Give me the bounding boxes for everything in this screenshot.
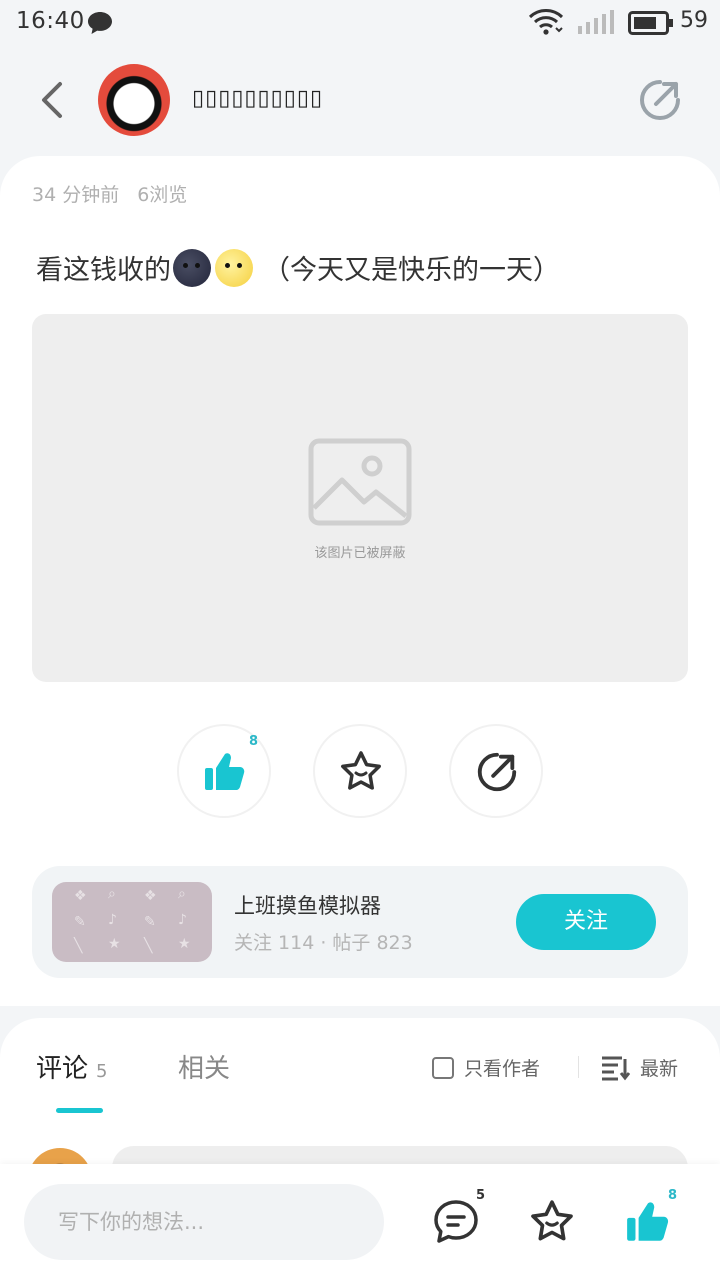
thumbs-up-icon xyxy=(205,753,245,790)
back-button[interactable] xyxy=(32,76,76,124)
follow-button[interactable]: 关注 xyxy=(516,894,656,950)
like-button[interactable]: 8 xyxy=(177,724,271,818)
post-meta: 34 分钟前 6浏览 xyxy=(32,180,187,207)
post-text-prefix: 看这钱收的 xyxy=(36,255,171,286)
post-header: ▯▯▯▯▯▯▯▯▯▯ xyxy=(0,46,720,156)
share-icon xyxy=(477,752,517,792)
collection-thumbnail: ❖ ⌕ ❖ ⌕ ✎ ♪ ✎ ♪ ╲ ★ ╲ ★ xyxy=(52,882,212,962)
post-text: 看这钱收的 （今天又是快乐的一天） xyxy=(36,248,560,287)
status-bar: 16:40 59 xyxy=(0,0,720,46)
blocked-image[interactable]: 该图片已被屏蔽 xyxy=(32,314,688,682)
full-moon-face-icon xyxy=(215,248,253,287)
like-count-badge-bottom: 8 xyxy=(668,1188,678,1203)
bottom-bar: 5 8 xyxy=(0,1164,720,1280)
comment-count: 5 xyxy=(96,1061,108,1082)
comment-icon xyxy=(434,1200,478,1243)
wifi-icon xyxy=(528,8,564,40)
battery-icon xyxy=(628,11,674,39)
like-button-bottom[interactable]: 8 xyxy=(624,1188,677,1246)
battery-percent: 59 xyxy=(680,8,708,33)
divider xyxy=(578,1056,579,1078)
author-avatar[interactable] xyxy=(98,64,170,136)
sort-icon xyxy=(602,1056,630,1080)
tab-comments[interactable]: 评论 5 xyxy=(36,1048,107,1085)
comment-count-badge: 5 xyxy=(476,1188,486,1203)
signal-icon xyxy=(576,10,616,40)
comment-input[interactable] xyxy=(24,1184,384,1260)
collection-stats: 关注 114 · 帖子 823 xyxy=(234,932,413,954)
tab-comments-label: 评论 xyxy=(36,1054,89,1084)
post-card: 34 分钟前6浏览 看这钱收的 （今天又是快乐的一天） 该图片已被屏蔽 8 ❖ xyxy=(0,156,720,1006)
author-username[interactable]: ▯▯▯▯▯▯▯▯▯▯ xyxy=(192,86,323,111)
post-time: 34 分钟前 xyxy=(32,184,120,206)
only-author-label: 只看作者 xyxy=(464,1058,541,1080)
chat-bubble-icon xyxy=(86,10,114,40)
only-author-checkbox[interactable] xyxy=(432,1056,454,1079)
favorite-button[interactable] xyxy=(313,724,407,818)
collection-card[interactable]: ❖ ⌕ ❖ ⌕ ✎ ♪ ✎ ♪ ╲ ★ ╲ ★ 上班摸鱼模拟器 关注 114 · 帖子 823 关… xyxy=(32,866,688,978)
active-tab-indicator xyxy=(56,1108,103,1113)
tab-related[interactable]: 相关 xyxy=(178,1048,230,1085)
new-moon-face-icon xyxy=(173,248,211,287)
comments-button[interactable]: 5 xyxy=(432,1188,485,1246)
share-icon xyxy=(640,80,680,120)
like-count-badge: 8 xyxy=(249,734,259,749)
collection-title: 上班摸鱼模拟器 xyxy=(234,894,381,918)
thumbs-up-icon xyxy=(627,1202,669,1241)
share-action-button[interactable] xyxy=(449,724,543,818)
post-views: 6浏览 xyxy=(137,184,188,206)
blocked-image-text: 该图片已被屏蔽 xyxy=(314,546,406,561)
only-author-filter[interactable]: 只看作者 xyxy=(432,1054,540,1081)
chevron-left-icon xyxy=(42,82,62,118)
star-icon xyxy=(341,751,381,790)
status-time: 16:40 xyxy=(16,8,85,34)
favorite-button-bottom[interactable] xyxy=(528,1198,576,1246)
sort-button[interactable]: 最新 xyxy=(600,1054,678,1081)
image-placeholder-icon xyxy=(308,438,412,526)
sort-label: 最新 xyxy=(640,1058,679,1080)
post-text-suffix: （今天又是快乐的一天） xyxy=(263,255,560,286)
share-button[interactable] xyxy=(636,76,684,124)
star-icon xyxy=(531,1200,573,1241)
